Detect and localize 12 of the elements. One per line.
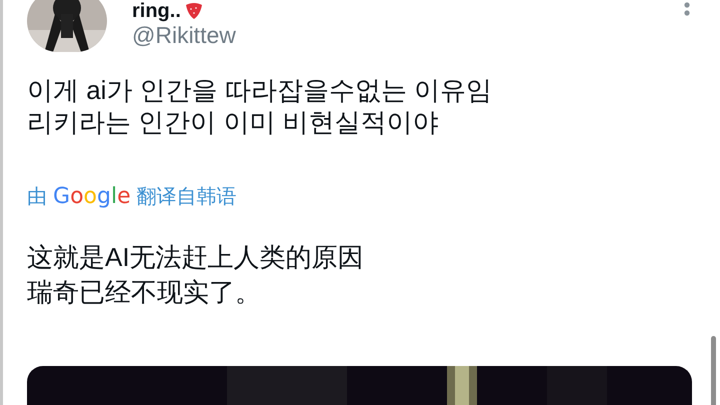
translation-prefix: 由 [27,185,47,210]
translation-label[interactable]: 翻译自韩语 [136,184,237,210]
translated-text-line: 这就是AI无法赶上人类的原因 [27,241,365,274]
translated-text-line: 瑞奇已经不现实了。 [27,276,262,309]
handle[interactable]: @Rikittew [132,21,236,49]
strawberry-icon [184,2,203,18]
scrollbar[interactable] [711,336,716,405]
display-name: ring.. [132,0,181,20]
more-icon[interactable] [684,2,690,16]
tweet-text-line: 리키라는 인간이 이미 비현실적이야 [27,106,440,138]
google-logo: Google [53,184,131,210]
tweet-text-line: 이게 ai가 인간을 따라잡을수없는 이유임 [27,74,494,106]
